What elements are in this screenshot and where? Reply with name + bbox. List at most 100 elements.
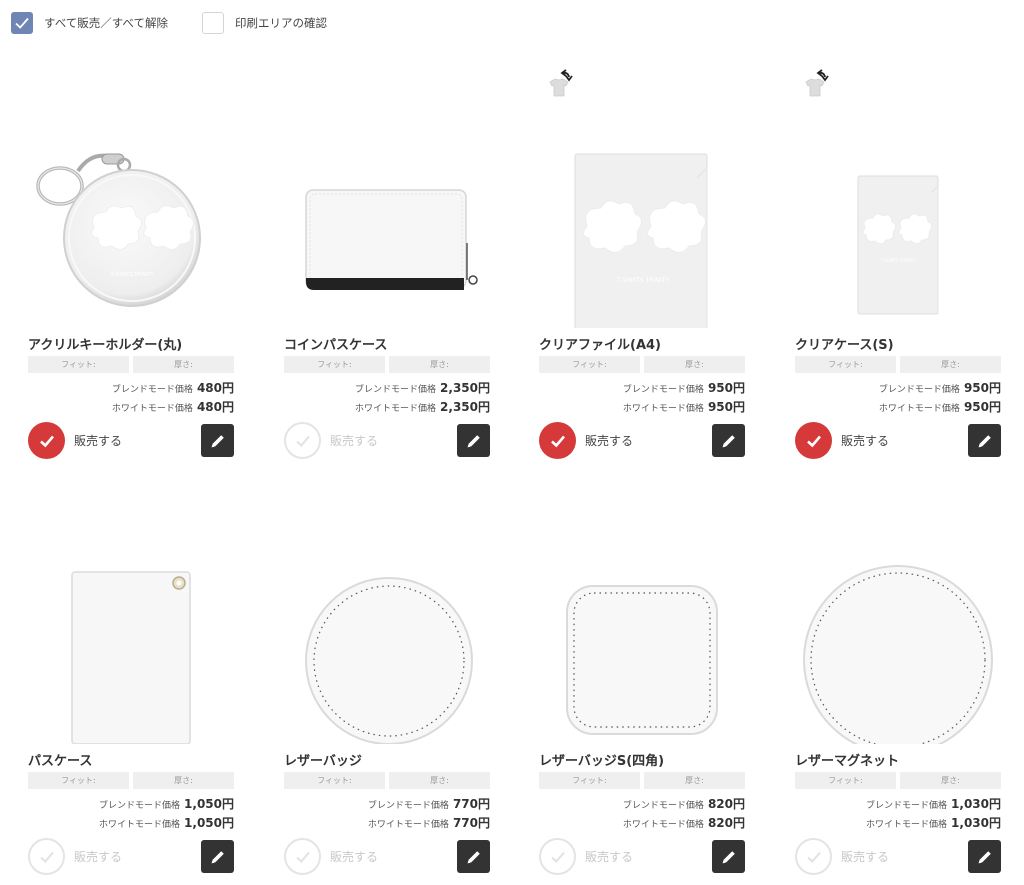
- sell-toggle[interactable]: 販売する: [284, 838, 378, 875]
- white-price-value: 950円: [963, 400, 1001, 414]
- blend-price-value: 820円: [707, 797, 745, 811]
- product-name: クリアケース(S): [795, 338, 894, 353]
- sell-toggle[interactable]: 販売する: [539, 838, 633, 875]
- sell-check-icon[interactable]: [28, 838, 65, 875]
- edit-button[interactable]: [712, 840, 745, 873]
- blend-price-value: 1,030円: [951, 797, 1001, 811]
- thickness-field: 厚さ:: [389, 356, 490, 373]
- pencil-icon: [978, 850, 991, 863]
- product-name: レザーバッジS(四角): [539, 754, 665, 769]
- sell-label: 販売する: [585, 434, 634, 448]
- edit-button[interactable]: [201, 424, 234, 457]
- fit-field: フィット:: [28, 772, 129, 789]
- white-price-label: ホワイトモード価格: [99, 820, 181, 830]
- thickness-field: 厚さ:: [133, 356, 234, 373]
- edit-button[interactable]: [457, 424, 490, 457]
- svg-text:T-SHIRTS TRINITY: T-SHIRTS TRINITY: [109, 272, 154, 278]
- fit-field: フィット:: [539, 356, 640, 373]
- product-name: アクリルキーホルダー(丸): [28, 338, 183, 353]
- thickness-field: 厚さ:: [900, 356, 1001, 373]
- thickness-field: 厚さ:: [133, 772, 234, 789]
- sell-check-icon[interactable]: [795, 422, 832, 459]
- fit-field: フィット:: [284, 356, 385, 373]
- product-specs: フィット: 厚さ:: [28, 356, 234, 373]
- blend-price-value: 480円: [196, 381, 234, 395]
- select-all-checkbox[interactable]: [11, 12, 33, 34]
- edit-button[interactable]: [712, 424, 745, 457]
- blend-price: ブレンドモード価格 820円: [539, 795, 745, 812]
- white-price-label: ホワイトモード価格: [878, 404, 960, 414]
- blend-price-value: 2,350円: [440, 381, 490, 395]
- rotate-icon[interactable]: [803, 68, 831, 98]
- blend-price: ブレンドモード価格 1,050円: [28, 795, 234, 812]
- edit-button[interactable]: [968, 424, 1001, 457]
- product-card: レザーバッジS(四角) フィット: 厚さ: ブレンドモード価格 820円 ホワイト…: [539, 484, 745, 885]
- product-specs: フィット: 厚さ:: [795, 772, 1001, 789]
- blend-price: ブレンドモード価格 1,030円: [795, 795, 1001, 812]
- sell-check-icon[interactable]: [284, 422, 321, 459]
- blend-price-label: ブレンドモード価格: [622, 385, 704, 395]
- product-name: レザーバッジ: [284, 754, 362, 769]
- white-price-label: ホワイトモード価格: [866, 820, 948, 830]
- blend-price-label: ブレンドモード価格: [878, 385, 960, 395]
- thickness-field: 厚さ:: [644, 356, 745, 373]
- white-price-label: ホワイトモード価格: [622, 404, 704, 414]
- edit-button[interactable]: [201, 840, 234, 873]
- blend-price-label: ブレンドモード価格: [355, 385, 437, 395]
- sell-toggle[interactable]: 販売する: [795, 838, 889, 875]
- product-card: T-SHIRTS TRINITY クリアケース(S) フィット: 厚さ: ブレン…: [795, 68, 1001, 488]
- pencil-icon: [978, 434, 991, 447]
- product-specs: フィット: 厚さ:: [795, 356, 1001, 373]
- pencil-icon: [722, 434, 735, 447]
- white-price: ホワイトモード価格 2,350円: [284, 398, 490, 415]
- sell-check-icon[interactable]: [795, 838, 832, 875]
- product-specs: フィット: 厚さ:: [539, 772, 745, 789]
- sell-toggle[interactable]: 販売する: [28, 838, 122, 875]
- white-price-value: 820円: [707, 816, 745, 830]
- white-price-value: 480円: [196, 400, 234, 414]
- product-specs: フィット: 厚さ:: [539, 356, 745, 373]
- product-card: T-SHIRTS TRINITY クリアファイル(A4) フィット: 厚さ: ブ…: [539, 68, 745, 488]
- blend-price-label: ブレンドモード価格: [367, 801, 449, 811]
- white-price: ホワイトモード価格 770円: [284, 814, 490, 831]
- fit-field: フィット:: [28, 356, 129, 373]
- edit-button[interactable]: [968, 840, 1001, 873]
- sell-toggle[interactable]: 販売する: [284, 422, 378, 459]
- sell-toggle[interactable]: 販売する: [795, 422, 889, 459]
- sell-check-icon[interactable]: [28, 422, 65, 459]
- blend-price: ブレンドモード価格 480円: [28, 379, 234, 396]
- blend-price-label: ブレンドモード価格: [99, 801, 181, 811]
- thickness-field: 厚さ:: [644, 772, 745, 789]
- white-price-label: ホワイトモード価格: [622, 820, 704, 830]
- product-card: コインパスケース フィット: 厚さ: ブレンドモード価格 2,350円 ホワイトモ…: [284, 68, 490, 488]
- blend-price: ブレンドモード価格 950円: [795, 379, 1001, 396]
- print-area-checkbox[interactable]: [201, 12, 224, 34]
- white-price-value: 950円: [707, 400, 745, 414]
- product-image: [795, 484, 1001, 755]
- sell-check-icon[interactable]: [284, 838, 321, 875]
- pencil-icon: [467, 434, 480, 447]
- blend-price: ブレンドモード価格 2,350円: [284, 379, 490, 396]
- product-card: パスケース フィット: 厚さ: ブレンドモード価格 1,050円 ホワイトモード価…: [28, 484, 234, 885]
- sell-check-icon[interactable]: [539, 838, 576, 875]
- blend-price-label: ブレンドモード価格: [111, 385, 193, 395]
- sell-check-icon[interactable]: [539, 422, 576, 459]
- product-image: T-SHIRTS TRINITY: [795, 68, 1001, 328]
- sell-label: 販売する: [330, 850, 379, 864]
- product-name: レザーマグネット: [795, 754, 900, 769]
- white-price: ホワイトモード価格 950円: [795, 398, 1001, 415]
- blend-price: ブレンドモード価格 950円: [539, 379, 745, 396]
- pencil-icon: [211, 434, 224, 447]
- blend-price-value: 950円: [707, 381, 745, 395]
- pencil-icon: [722, 850, 735, 863]
- edit-button[interactable]: [457, 840, 490, 873]
- white-price-label: ホワイトモード価格: [111, 404, 193, 414]
- white-price: ホワイトモード価格 1,030円: [795, 814, 1001, 831]
- sell-label: 販売する: [841, 850, 890, 864]
- rotate-icon[interactable]: [547, 68, 575, 98]
- blend-price-value: 770円: [452, 797, 490, 811]
- product-image: T-SHIRTS TRINITY: [539, 68, 745, 339]
- sell-toggle[interactable]: 販売する: [28, 422, 122, 459]
- svg-text:T-SHIRTS TRINITY: T-SHIRTS TRINITY: [616, 277, 669, 284]
- sell-toggle[interactable]: 販売する: [539, 422, 633, 459]
